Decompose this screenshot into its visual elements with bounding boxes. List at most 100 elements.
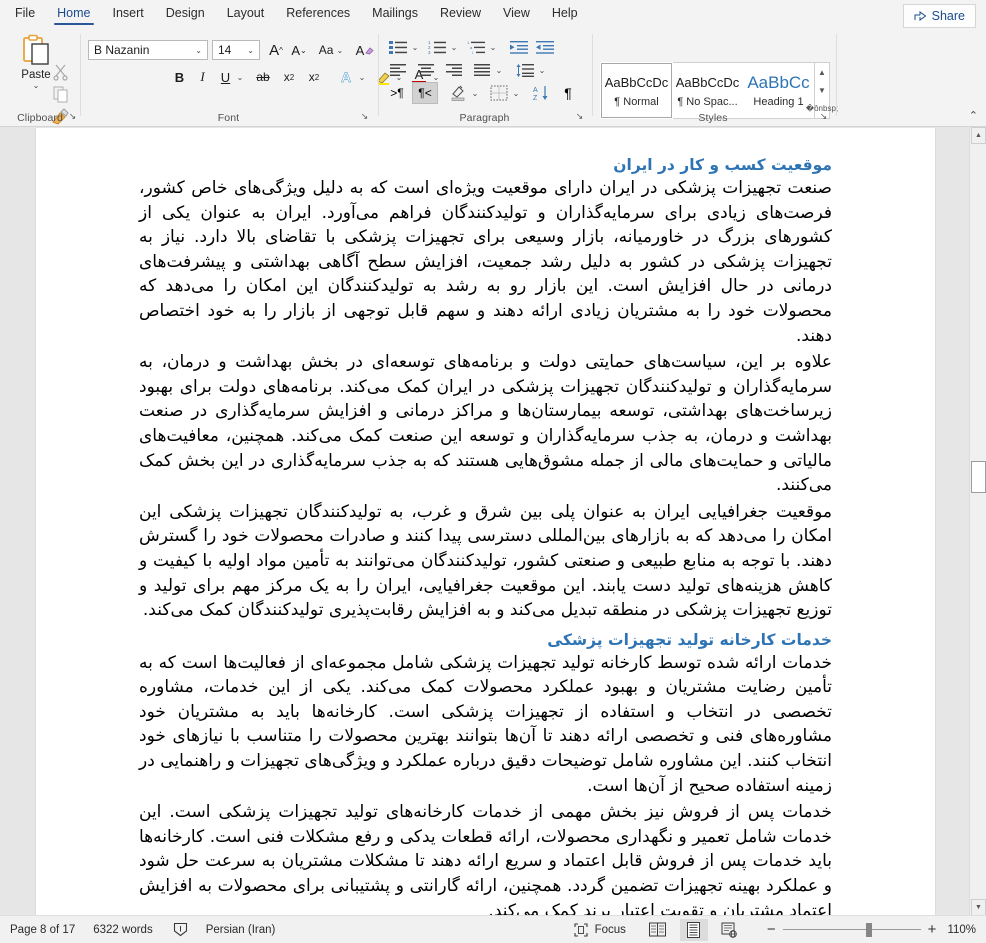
borders-chevron-down-icon[interactable]: ⌄ <box>510 82 522 104</box>
heading-factory-services: خدمات کارخانه تولید تجهیزات پزشکی <box>547 630 832 649</box>
line-spacing-chevron-down-icon[interactable]: ⌄ <box>536 59 548 81</box>
svg-text:3: 3 <box>428 50 431 54</box>
group-label-font: Font <box>217 112 240 124</box>
proofing-icon[interactable] <box>173 922 188 937</box>
view-read-mode-button[interactable] <box>644 919 672 941</box>
tab-insert[interactable]: Insert <box>113 6 144 24</box>
focus-mode-button[interactable]: Focus <box>574 922 626 937</box>
vertical-scrollbar[interactable]: ▲ ▼ <box>969 127 986 916</box>
increase-indent-button[interactable] <box>534 36 556 58</box>
zoom-slider-track <box>782 928 921 930</box>
ribbon-tab-bar: File Home Insert Design Layout Reference… <box>0 0 986 30</box>
shrink-font-button[interactable]: A ⌄ <box>288 39 310 61</box>
scrollbar-thumb[interactable] <box>971 461 986 493</box>
justify-chevron-down-icon[interactable]: ⌄ <box>493 59 505 81</box>
tab-references[interactable]: References <box>286 6 350 24</box>
view-web-layout-button[interactable] <box>716 919 744 941</box>
group-label-paragraph: Paragraph <box>459 112 510 124</box>
multilevel-chevron-down-icon[interactable]: ⌄ <box>487 36 499 58</box>
style-preview: AaBbCcDc <box>604 74 669 90</box>
language-indicator[interactable]: Persian (Iran) <box>206 924 276 936</box>
tab-design[interactable]: Design <box>166 6 205 24</box>
underline-chevron-down-icon[interactable]: ⌄ <box>233 66 247 88</box>
tab-help[interactable]: Help <box>552 6 578 24</box>
italic-button[interactable]: I <box>193 66 212 88</box>
zoom-slider-knob[interactable] <box>865 922 872 937</box>
font-name-combo[interactable]: B Nazanin ⌄ <box>88 40 208 60</box>
group-label-styles: Styles <box>698 112 728 124</box>
cut-button[interactable] <box>52 63 74 83</box>
superscript-button[interactable]: x2 <box>304 66 324 88</box>
strikethrough-button[interactable]: ab <box>253 66 273 88</box>
font-dialog-launcher-icon[interactable]: ↘ <box>359 111 370 122</box>
align-right-button[interactable] <box>442 59 466 81</box>
styles-dialog-launcher-icon[interactable]: ↘ <box>818 111 829 122</box>
zoom-out-button[interactable]: − <box>760 921 783 938</box>
center-button[interactable] <box>414 59 438 81</box>
scroll-down-icon[interactable]: ▼ <box>971 899 986 916</box>
tab-review[interactable]: Review <box>440 6 481 24</box>
document-page[interactable]: موقعیت کسب و کار در ایران صنعت تجهیزات پ… <box>35 128 936 916</box>
share-button[interactable]: Share <box>902 4 976 28</box>
svg-text:Z: Z <box>533 95 538 101</box>
group-styles: AaBbCcDc ¶ Normal AaBbCcDc ¶ No Spac... … <box>593 30 838 126</box>
font-size-combo[interactable]: 14 ⌄ <box>212 40 260 60</box>
justify-button[interactable] <box>470 59 494 81</box>
line-spacing-button[interactable] <box>513 59 537 81</box>
styles-scroll-up-icon[interactable]: ▲ <box>815 63 829 81</box>
numbering-button[interactable]: 1 2 3 <box>425 36 449 58</box>
paste-chevron-down-icon[interactable]: ⌄ <box>33 82 40 90</box>
style-no-spacing[interactable]: AaBbCcDc ¶ No Spac... <box>672 63 743 118</box>
tab-mailings[interactable]: Mailings <box>372 6 418 24</box>
copy-button[interactable] <box>52 85 74 105</box>
numbering-chevron-down-icon[interactable]: ⌄ <box>448 36 460 58</box>
heading-business-position: موقعیت کسب و کار در ایران <box>613 156 832 174</box>
ltr-text-direction-button[interactable]: >¶ <box>384 82 410 104</box>
grow-font-button[interactable]: A ^ <box>265 39 287 61</box>
paragraph: موقعیت جغرافیایی ایران به عنوان پلی بین … <box>139 501 832 621</box>
clear-formatting-button[interactable]: A <box>352 39 378 61</box>
view-print-layout-button[interactable] <box>679 918 708 941</box>
chevron-down-icon: ⌄ <box>247 45 254 55</box>
align-left-button[interactable] <box>386 59 410 81</box>
share-icon <box>914 10 927 22</box>
tab-view[interactable]: View <box>503 6 530 24</box>
focus-label: Focus <box>594 923 626 936</box>
text-effects-button[interactable]: A <box>336 66 356 88</box>
style-heading-1[interactable]: AaBbCc Heading 1 <box>743 63 814 118</box>
tab-file[interactable]: File <box>15 6 35 24</box>
bold-button[interactable]: B <box>170 66 189 88</box>
paragraph: خدمات ارائه شده توسط کارخانه تولید تجهیز… <box>139 652 832 796</box>
word-window: File Home Insert Design Layout Reference… <box>0 0 986 943</box>
paragraph-dialog-launcher-icon[interactable]: ↘ <box>574 111 585 122</box>
collapse-ribbon-icon[interactable]: ⌃ <box>969 109 978 122</box>
zoom-in-button[interactable]: + <box>921 921 944 938</box>
borders-button[interactable] <box>487 82 511 104</box>
clipboard-dialog-launcher-icon[interactable]: ↘ <box>67 111 78 122</box>
document-canvas[interactable]: موقعیت کسب و کار در ایران صنعت تجهیزات پ… <box>0 127 986 916</box>
zoom-level[interactable]: 110% <box>947 924 976 936</box>
show-formatting-marks-button[interactable]: ¶ <box>557 82 579 104</box>
text-effects-chevron-down-icon[interactable]: ⌄ <box>355 66 369 88</box>
style-label: ¶ Normal <box>614 95 659 108</box>
change-case-button[interactable]: Aa ⌄ <box>315 39 347 61</box>
style-normal[interactable]: AaBbCcDc ¶ Normal <box>600 62 673 119</box>
shading-button[interactable] <box>446 82 470 104</box>
bullets-chevron-down-icon[interactable]: ⌄ <box>409 36 421 58</box>
subscript-button[interactable]: x2 <box>279 66 299 88</box>
tab-layout[interactable]: Layout <box>227 6 265 24</box>
tab-home[interactable]: Home <box>54 6 94 25</box>
scroll-up-icon[interactable]: ▲ <box>971 127 986 144</box>
rtl-text-direction-button[interactable]: ¶< <box>412 82 438 104</box>
decrease-indent-button[interactable] <box>508 36 530 58</box>
shading-chevron-down-icon[interactable]: ⌄ <box>469 82 481 104</box>
svg-text:A: A <box>533 87 538 94</box>
group-font: B Nazanin ⌄ 14 ⌄ A ^ A ⌄ Aa ⌄ A B I U ⌄ … <box>81 30 439 126</box>
styles-scroll-down-icon[interactable]: ▼ <box>815 81 829 99</box>
zoom-slider[interactable] <box>782 922 921 938</box>
multilevel-list-button[interactable]: 1 a i <box>464 36 488 58</box>
sort-button[interactable]: A Z <box>529 82 553 104</box>
bullets-button[interactable] <box>386 36 410 58</box>
page-number[interactable]: Page 8 of 17 <box>10 924 75 936</box>
word-count[interactable]: 6322 words <box>93 924 152 936</box>
